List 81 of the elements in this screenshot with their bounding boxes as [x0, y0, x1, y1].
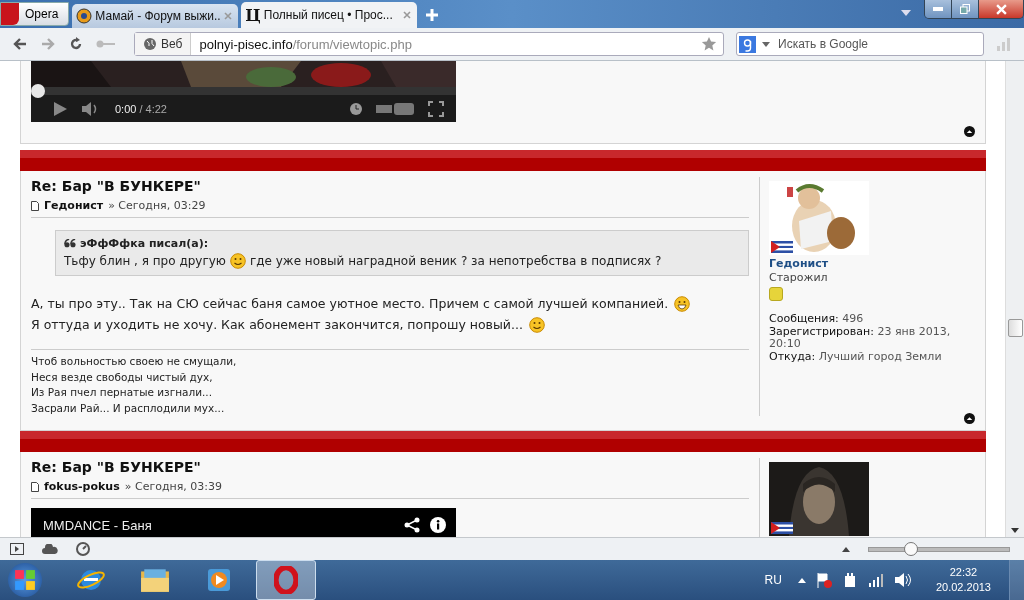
seek-handle[interactable] — [31, 84, 45, 98]
opera-menu-button[interactable]: Opera — [0, 2, 70, 26]
profile-field: Сообщения: 496 — [769, 313, 977, 326]
language-indicator[interactable]: RU — [764, 573, 782, 587]
progress-track[interactable] — [31, 87, 456, 95]
play-icon[interactable] — [53, 101, 67, 116]
quote-mark-icon — [64, 239, 76, 248]
profile-rank: Старожил — [769, 271, 829, 284]
back-to-top-icon[interactable] — [964, 126, 975, 137]
start-button[interactable] — [8, 563, 42, 597]
back-icon[interactable] — [12, 36, 28, 52]
post-date: » Сегодня, 03:39 — [124, 480, 223, 493]
taskbar-clock[interactable]: 22:32 20.02.2013 — [935, 565, 991, 595]
video-title[interactable]: MMDANCE - Баня — [43, 517, 152, 533]
quote-text: Тьфу блин , я про другую — [64, 254, 226, 268]
fullscreen-icon[interactable] — [428, 100, 444, 117]
media-player-icon — [206, 567, 232, 593]
cloud-icon[interactable] — [42, 544, 58, 554]
star-icon[interactable] — [701, 36, 717, 52]
browser-tab[interactable]: Ц Полный писец • Прос... — [241, 2, 418, 28]
post-title[interactable]: Re: Бар "В БУНКЕРЕ" — [31, 459, 749, 475]
signature-line: Неся везде свободы чистый дух, — [31, 369, 214, 385]
signature-line: Засрали Рай... И расплодили мух... — [31, 400, 226, 416]
folder-icon — [140, 567, 170, 593]
profile-name[interactable]: Гедонист — [769, 257, 977, 270]
document-icon[interactable] — [31, 200, 39, 211]
search-engine-icon — [739, 35, 756, 53]
panel-toggle-icon[interactable] — [10, 543, 24, 555]
search-field[interactable]: Искать в Google — [736, 32, 984, 56]
zoom-handle[interactable] — [903, 541, 918, 556]
back-to-top-icon[interactable] — [964, 413, 975, 424]
document-icon[interactable] — [31, 481, 39, 492]
browser-tab[interactable]: Мамай - Форум выжи... — [72, 4, 239, 28]
tab-list-icon[interactable] — [901, 10, 911, 16]
post-author[interactable]: Гедонист — [44, 199, 104, 212]
site-logo: Ц — [245, 5, 261, 25]
profile-field: Зарегистрирован: 23 янв 2013, 20:10 — [769, 325, 977, 351]
grin-smiley-icon — [674, 295, 691, 312]
taskbar-app[interactable] — [256, 560, 316, 600]
post-title[interactable]: Re: Бар "В БУНКЕРЕ" — [31, 178, 749, 194]
speaker-icon[interactable] — [893, 573, 912, 587]
close-icon[interactable] — [403, 11, 412, 19]
clock-time: 22:32 — [949, 565, 978, 580]
url-text: polnyi-pisec.info/forum/viewtopic.php — [199, 36, 413, 52]
caret-icon[interactable] — [762, 41, 770, 47]
signature-line: Чтоб вольностью своею не смущали, — [31, 354, 238, 369]
speedometer-icon[interactable] — [76, 542, 90, 556]
wink-smiley-icon — [528, 316, 545, 333]
opera-logo-icon — [274, 566, 298, 594]
clock-date: 20.02.2013 — [935, 580, 991, 595]
signature-line: Из Рая пчел пернатые изгнали... — [31, 385, 214, 400]
post-author[interactable]: fokus-pokus — [44, 480, 120, 493]
windows-logo-icon — [14, 569, 36, 591]
signal-bars-icon — [996, 37, 1012, 51]
post-text: А, ты про эту.. Так на СЮ сейчас баня самое уютное место. Причем с самой лучшей компанией. — [31, 296, 669, 311]
share-icon[interactable] — [404, 517, 420, 533]
scrollbar[interactable] — [1005, 61, 1024, 537]
flag-icon[interactable] — [815, 572, 832, 588]
expand-icon[interactable] — [797, 577, 806, 583]
tab-title: Полный писец • Прос... — [263, 8, 394, 22]
profile-field: Откуда: Лучший город Земли — [769, 350, 977, 363]
signal-bars-icon[interactable] — [867, 573, 884, 587]
info-icon[interactable] — [430, 517, 446, 533]
tab-title: Мамай - Форум выжи... — [95, 9, 222, 23]
expand-icon[interactable] — [842, 546, 850, 552]
restore-icon[interactable] — [960, 4, 970, 14]
scroll-down-icon[interactable] — [1011, 528, 1019, 533]
quote-text: где уже новый наградной веник ? за непотребства в подписях ? — [249, 254, 662, 268]
rank-icon — [769, 287, 783, 301]
new-tab-icon[interactable] — [426, 9, 439, 21]
smiley-icon — [229, 253, 246, 269]
web-badge[interactable]: Веб — [135, 33, 192, 55]
scroll-thumb[interactable] — [1008, 319, 1023, 337]
quote-author: эФфФфка писал(а): — [80, 237, 209, 250]
post-date: » Сегодня, 03:29 — [108, 199, 206, 212]
post-text: Я оттуда и уходить не хочу. Как абонемент закончится, попрошу новый... — [31, 317, 523, 332]
clock-icon[interactable] — [350, 102, 362, 115]
video-time: 0:00 / 4:22 — [115, 102, 167, 115]
reload-icon[interactable] — [68, 36, 84, 52]
address-field[interactable]: Веб polnyi-pisec.info/forum/viewtopic.php — [134, 32, 724, 56]
window-controls[interactable] — [924, 0, 1024, 19]
